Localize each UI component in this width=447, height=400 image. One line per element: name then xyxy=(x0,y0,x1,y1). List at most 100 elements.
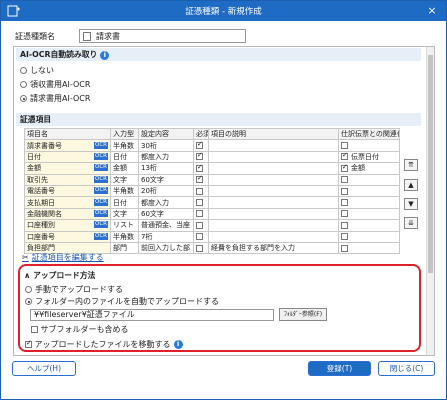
item-description-cell[interactable] xyxy=(208,162,339,175)
link-checkbox[interactable] xyxy=(341,244,348,252)
item-name-cell[interactable]: 口座種別 OCR xyxy=(24,219,111,232)
item-description-cell[interactable] xyxy=(208,207,339,221)
link-checkbox[interactable] xyxy=(341,199,348,207)
item-name-cell[interactable]: 口座番号 OCR xyxy=(24,230,111,243)
link-checkbox[interactable] xyxy=(341,176,348,184)
link-checkbox[interactable] xyxy=(341,233,348,241)
table-row[interactable]: 口座番号 OCR 半角数 7桁 xyxy=(24,230,400,243)
required-checkbox[interactable] xyxy=(196,210,203,218)
folder-path-input[interactable]: ¥¥fileserver¥証憑ファイル xyxy=(30,309,274,321)
move-top-button[interactable]: ⇈ xyxy=(404,159,418,171)
item-description-cell[interactable] xyxy=(208,173,339,186)
move-after-upload-checkbox[interactable]: アップロードしたファイルを移動するi xyxy=(25,339,183,349)
radio-ocr-receipt[interactable]: 領収書用AI-OCR xyxy=(20,79,90,90)
item-link-cell[interactable] xyxy=(338,230,400,243)
item-description-cell[interactable]: 経費を負担する部門を入力 xyxy=(208,241,339,255)
item-required-cell[interactable] xyxy=(193,139,209,152)
radio-ocr-none[interactable]: しない xyxy=(20,65,54,76)
table-row[interactable]: 支払期日 OCR 日付 都度入力 xyxy=(24,196,400,209)
item-required-cell[interactable] xyxy=(193,150,209,164)
info-icon[interactable]: i xyxy=(100,50,110,60)
item-required-cell[interactable] xyxy=(193,219,209,232)
table-row[interactable]: 取引先 OCR 文字 60文字 xyxy=(24,173,400,186)
required-checkbox[interactable] xyxy=(196,221,203,229)
required-checkbox[interactable] xyxy=(196,187,203,195)
required-checkbox[interactable] xyxy=(196,152,203,161)
item-description-cell[interactable] xyxy=(208,150,339,164)
item-name-cell[interactable]: 電話番号 OCR xyxy=(24,184,111,198)
item-link-cell[interactable] xyxy=(338,196,400,209)
required-checkbox[interactable] xyxy=(196,175,203,184)
item-link-cell[interactable] xyxy=(338,207,400,221)
help-button[interactable]: ヘルプ(H) xyxy=(12,361,76,376)
col-header-setting: 設定内容 xyxy=(138,127,194,141)
table-row[interactable]: 請求書番号 OCR 半角数 30桁 xyxy=(24,139,400,152)
item-setting-cell: 都度入力 xyxy=(138,196,194,209)
ocr-badge: OCR xyxy=(94,221,108,229)
item-name-cell[interactable]: 支払期日 OCR xyxy=(24,196,111,209)
required-checkbox[interactable] xyxy=(196,244,203,252)
link-checkbox[interactable] xyxy=(341,142,348,150)
item-description-cell[interactable] xyxy=(208,196,339,209)
required-checkbox[interactable] xyxy=(196,199,203,207)
item-link-cell[interactable] xyxy=(338,139,400,152)
table-row[interactable]: 口座種別 OCR リスト 普通預金、当座 xyxy=(24,219,400,232)
item-link-cell[interactable] xyxy=(338,219,400,232)
item-description-cell[interactable] xyxy=(208,139,339,152)
table-row[interactable]: 日付 OCR 日付 都度入力 伝票日付 xyxy=(24,150,400,164)
item-type-cell-text: リスト xyxy=(113,221,134,230)
item-required-cell[interactable] xyxy=(193,173,209,186)
name-field[interactable]: 請求書 xyxy=(79,29,246,43)
item-required-cell[interactable] xyxy=(193,230,209,243)
move-bottom-button[interactable]: ⇊ xyxy=(404,217,418,229)
move-down-button[interactable]: ▼ xyxy=(404,198,418,210)
item-required-cell[interactable] xyxy=(193,241,209,255)
item-description-cell[interactable] xyxy=(208,219,339,232)
info-icon[interactable]: i xyxy=(173,340,183,349)
include-subfolders-checkbox[interactable]: サブフォルダーも含める xyxy=(31,324,129,334)
item-name-cell[interactable]: 日付 OCR xyxy=(24,150,111,164)
close-window-icon[interactable]: × xyxy=(424,3,440,19)
close-button[interactable]: 閉じる(C) xyxy=(378,361,435,376)
move-up-button[interactable]: ▲ xyxy=(404,179,418,191)
scrollbar-thumb[interactable] xyxy=(428,55,433,273)
link-checkbox[interactable] xyxy=(341,152,348,161)
required-checkbox[interactable] xyxy=(196,164,203,172)
ocr-badge: OCR xyxy=(94,209,108,217)
radio-upload-manual[interactable]: 手動でアップロードする xyxy=(25,284,123,295)
link-checkbox[interactable] xyxy=(341,187,348,195)
link-checkbox[interactable] xyxy=(341,221,348,229)
item-description-cell[interactable] xyxy=(208,230,339,243)
item-link-cell[interactable] xyxy=(338,241,400,255)
upload-header[interactable]: ∧ アップロード方法 xyxy=(24,270,95,281)
item-name-cell[interactable]: 金融機関名 OCR xyxy=(24,207,111,221)
required-checkbox[interactable] xyxy=(196,141,203,150)
browse-folder-button[interactable]: ﾌｫﾙﾀﾞｰ参照(F) xyxy=(279,308,327,321)
item-name-cell[interactable]: 金額 OCR xyxy=(24,162,111,175)
item-link-cell[interactable]: 伝票日付 xyxy=(338,150,400,164)
item-name-cell[interactable]: 取引先 OCR xyxy=(24,173,111,186)
edit-items-link[interactable]: ✂ 証憑項目を編集する xyxy=(22,252,104,263)
item-type-cell: 文字 xyxy=(110,173,139,186)
item-description-cell[interactable] xyxy=(208,184,339,198)
item-name-cell[interactable]: 請求書番号 OCR xyxy=(24,139,111,152)
radio-upload-auto[interactable]: フォルダー内のファイルを自動でアップロードする xyxy=(25,296,219,307)
item-setting-cell: 前回入力した部 xyxy=(138,241,194,255)
register-button[interactable]: 登録(T) xyxy=(308,361,371,376)
item-required-cell[interactable] xyxy=(193,207,209,221)
table-row[interactable]: 金額 OCR 金額 13桁 金額 xyxy=(24,162,400,175)
required-checkbox[interactable] xyxy=(196,233,203,241)
item-link-cell[interactable] xyxy=(338,173,400,186)
item-link-cell[interactable] xyxy=(338,184,400,198)
item-required-cell[interactable] xyxy=(193,196,209,209)
link-checkbox[interactable] xyxy=(341,164,348,172)
vertical-scrollbar[interactable] xyxy=(426,47,434,355)
item-required-cell[interactable] xyxy=(193,184,209,198)
item-required-cell[interactable] xyxy=(193,162,209,175)
item-link-cell[interactable]: 金額 xyxy=(338,162,400,175)
col-header-link: 仕訳伝票との関連付け xyxy=(338,127,400,141)
radio-ocr-invoice[interactable]: 請求書用AI-OCR xyxy=(20,93,90,104)
link-checkbox[interactable] xyxy=(341,210,348,218)
table-row[interactable]: 電話番号 OCR 半角数 20桁 xyxy=(24,184,400,198)
table-row[interactable]: 金融機関名 OCR 文字 60文字 xyxy=(24,207,400,221)
